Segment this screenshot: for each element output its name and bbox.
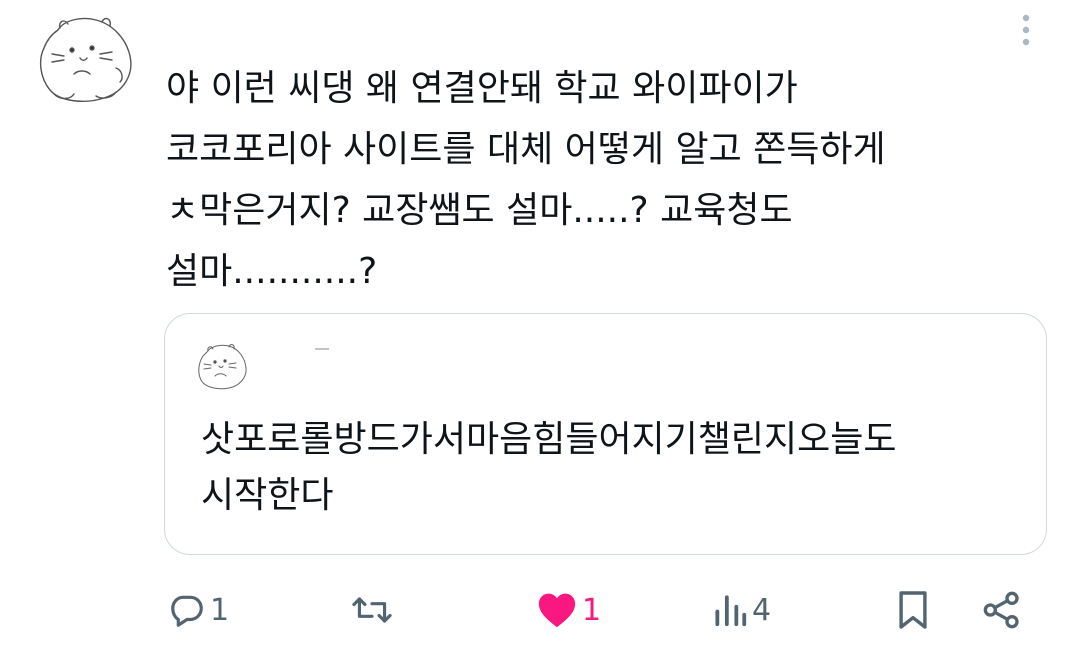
bookmark-button[interactable] [896,580,930,640]
reply-button[interactable]: 1 [168,580,229,640]
bookmark-icon [899,591,927,629]
hamster-avatar-icon [198,344,247,390]
post-text-line: 설마...........? [166,251,378,292]
post-text: 야 이런 씨댕 왜 연결안돼 학교 와이파이가 코코포리아 사이트를 대체 어떻… [166,58,1046,302]
repost-button[interactable] [350,580,398,640]
quoted-post-card[interactable]: 삿포로롤방드가서마음힘들어지기챌린지오늘도 시작한다 [164,313,1047,555]
share-button[interactable] [982,580,1022,640]
quoted-post-text-line: 시작한다 [201,475,334,516]
share-icon [983,591,1019,629]
post-text-line: 코코포리아 사이트를 대체 어떻게 알고 쫀득하게 [166,129,886,170]
post-text-line: 야 이런 씨댕 왜 연결안돼 학교 와이파이가 [166,68,798,109]
like-count: 1 [582,592,602,628]
quoted-post-text: 삿포로롤방드가서마음힘들어지기챌린지오늘도 시작한다 [201,412,1041,524]
heart-filled-icon [538,593,576,628]
repost-icon [352,597,392,623]
quoted-author-avatar[interactable] [193,340,249,392]
reply-count: 1 [210,592,230,628]
hamster-avatar-icon [39,17,132,102]
post-text-line: ㅊ막은거지? 교장쌤도 설마.....? 교육청도 [166,190,793,231]
more-vertical-icon [1022,14,1030,46]
quoted-post-text-line: 삿포로롤방드가서마음힘들어지기챌린지오늘도 [201,419,897,460]
like-button[interactable]: 1 [536,580,601,640]
action-bar: 1 1 4 [0,580,1080,640]
quoted-author-name-placeholder [315,348,329,350]
views-icon [715,595,747,627]
views-count: 4 [752,592,772,628]
author-avatar[interactable] [30,8,140,108]
views-button[interactable]: 4 [712,580,771,640]
reply-icon [171,595,203,627]
more-options-button[interactable] [1014,14,1038,50]
post: 야 이런 씨댕 왜 연결안돼 학교 와이파이가 코코포리아 사이트를 대체 어떻… [0,0,1080,652]
